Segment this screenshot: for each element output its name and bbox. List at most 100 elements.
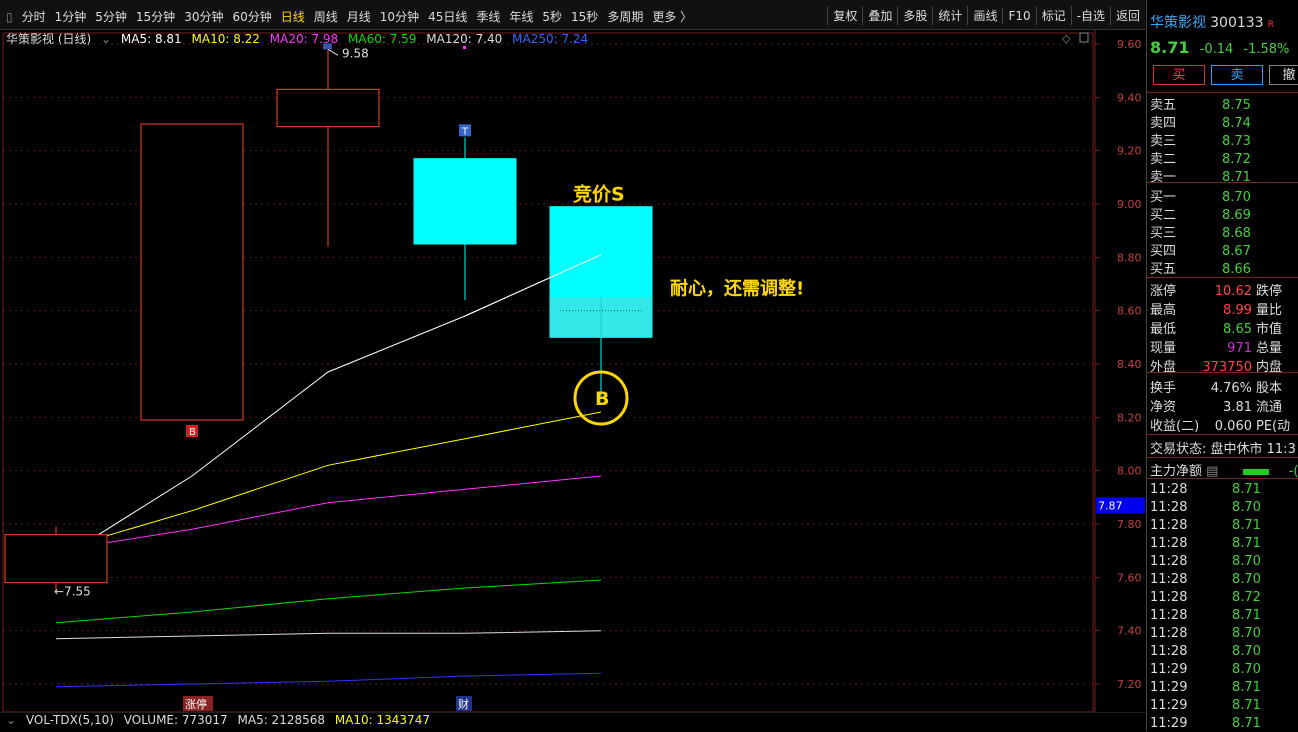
bid-price: 8.67 — [1222, 244, 1251, 259]
tool-button[interactable]: -自选 — [1070, 6, 1110, 25]
kline-svg[interactable]: 9.60 9.40 9.20 9.00 8.80 8.60 8.40 8.20 8.00 7.80… — [0, 30, 1145, 712]
period-menu: ▯ 分时 1分钟 5分钟 15分钟 30分钟 60分钟 日线 周线 月线 10分钟 45日线 季线 年线 5… — [6, 8, 701, 25]
tool-button[interactable]: 多股 — [897, 6, 932, 25]
price-pct: -1.58% — [1243, 42, 1290, 57]
period-tab[interactable]: 15分钟 — [136, 10, 175, 24]
quote-panel: 华策影视 300133 R 8.71 -0.14 -1.58% 买 卖 撤 卖五… — [1146, 0, 1298, 731]
candle-body-up[interactable] — [140, 123, 244, 421]
tool-button[interactable]: 标记 — [1035, 6, 1071, 25]
tick-price: 8.71 — [1232, 518, 1261, 533]
cancel-button[interactable]: 撤 — [1269, 65, 1298, 85]
current-price-tag-text: 7.87 — [1098, 499, 1123, 512]
vol-volume: VOLUME: 773017 — [123, 713, 228, 727]
tick-row: 11:28 8.71 — [1150, 608, 1261, 623]
ma-line-ma10 — [55, 411, 602, 552]
y-tick-label: 8.60 — [1117, 305, 1142, 318]
maximize-icon[interactable] — [1079, 32, 1089, 43]
y-tick-label: 8.20 — [1117, 411, 1142, 424]
tick-time: 11:28 — [1150, 590, 1188, 605]
divider — [1147, 182, 1298, 183]
auction-sell-label: 竞价S — [573, 183, 625, 206]
tool-button[interactable]: 叠加 — [862, 6, 897, 25]
period-tab[interactable]: 15秒 — [571, 10, 598, 24]
period-tab[interactable]: 1分钟 — [55, 10, 87, 24]
kline-chart[interactable]: 9.60 9.40 9.20 9.00 8.80 8.60 8.40 8.20 8.00 7.80… — [0, 30, 1145, 712]
sell-button[interactable]: 卖 — [1211, 65, 1263, 85]
divider — [1147, 457, 1298, 458]
stat2-label2: 流通 — [1256, 400, 1283, 415]
stat2-label2: PE(动 — [1256, 419, 1291, 434]
b-marker-label: B — [189, 427, 196, 438]
list-icon[interactable]: ▤ — [1206, 464, 1218, 479]
y-tick-label: 7.60 — [1117, 571, 1142, 584]
y-tick-label: 8.40 — [1117, 358, 1142, 371]
tick-time: 11:28 — [1150, 482, 1188, 497]
period-tab[interactable]: 多周期 — [607, 10, 643, 24]
period-tab[interactable]: 分时 — [22, 10, 46, 24]
tool-button[interactable]: 返回 — [1109, 6, 1145, 25]
divider — [1147, 478, 1298, 479]
tick-time: 11:28 — [1150, 626, 1188, 641]
period-tab[interactable]: 月线 — [347, 10, 371, 24]
y-tick-label: 9.60 — [1117, 38, 1142, 51]
period-tab[interactable]: 年线 — [509, 10, 533, 24]
period-tab[interactable]: 5秒 — [542, 10, 562, 24]
divider — [1147, 372, 1298, 373]
period-tab[interactable]: 日线 — [281, 10, 305, 24]
stat-value: 10.62 — [1214, 284, 1252, 299]
tool-button[interactable]: 统计 — [932, 6, 967, 25]
main-net-label: 主力净额 — [1150, 464, 1203, 479]
tick-row: 11:28 8.71 — [1150, 482, 1261, 497]
main-net-row: 主力净额 ▤ -( — [1150, 460, 1298, 479]
chevron-down-icon[interactable]: ⌄ — [6, 713, 16, 727]
tick-price: 8.71 — [1232, 482, 1261, 497]
period-tab[interactable]: 30分钟 — [184, 10, 223, 24]
tick-price: 8.70 — [1232, 626, 1261, 641]
tick-time: 11:28 — [1150, 644, 1188, 659]
tool-button[interactable]: F10 — [1002, 8, 1035, 24]
stat-row: 最高 8.99 量比 — [1150, 299, 1282, 318]
period-tab[interactable]: 5分钟 — [95, 10, 127, 24]
ma-line-ma250 — [55, 672, 602, 688]
bid-label: 买二 — [1150, 208, 1177, 223]
period-tab[interactable]: 45日线 — [428, 10, 467, 24]
candle-body-up[interactable] — [276, 88, 380, 128]
tick-row: 11:28 8.71 — [1150, 536, 1261, 551]
period-tab[interactable]: 更多 〉 — [652, 10, 692, 24]
ask-label: 卖五 — [1150, 98, 1177, 113]
tool-button[interactable]: 复权 — [827, 6, 862, 25]
candle-body-down[interactable] — [413, 158, 517, 245]
sidebar-toggle-icon[interactable]: ▯ — [6, 10, 13, 24]
period-tab[interactable]: 周线 — [314, 10, 338, 24]
price-change: -0.14 — [1199, 42, 1234, 57]
tick-time: 11:28 — [1150, 608, 1188, 623]
tick-time: 11:29 — [1150, 662, 1188, 677]
ask-price: 8.75 — [1222, 98, 1251, 113]
ma120-label: MA120: 7.40 — [426, 32, 503, 46]
bid-price: 8.69 — [1222, 208, 1251, 223]
y-tick-label: 7.20 — [1117, 678, 1142, 691]
period-tab[interactable]: 10分钟 — [380, 10, 419, 24]
tick-price: 8.71 — [1232, 680, 1261, 695]
tick-time: 11:28 — [1150, 500, 1188, 515]
tool-button[interactable]: 画线 — [967, 6, 1002, 25]
tick-time: 11:28 — [1150, 536, 1188, 551]
y-tick-label: 9.00 — [1117, 198, 1142, 211]
buy-button[interactable]: 买 — [1153, 65, 1205, 85]
current-price: 8.71 — [1150, 38, 1190, 57]
trade-status: 交易状态: 盘中休市 11:3 — [1150, 442, 1296, 457]
chevron-down-icon[interactable]: ⌄ — [101, 32, 111, 46]
ma-line-ma60 — [55, 579, 602, 624]
stat2-row: 净资 3.81 流通 — [1150, 396, 1282, 415]
vol-title: VOL-TDX(5,10) — [25, 713, 114, 727]
stat2-label: 净资 — [1150, 400, 1177, 415]
tool-menu: 复权 叠加 多股 统计 画线 F10 标记 -自选 返回 — [827, 6, 1145, 25]
stock-period-label: 华策影视 (日线) — [6, 32, 92, 46]
diamond-icon: ◇ — [1062, 32, 1071, 45]
period-tab[interactable]: 60分钟 — [232, 10, 271, 24]
period-tab[interactable]: 季线 — [476, 10, 500, 24]
tick-price: 8.71 — [1232, 698, 1261, 713]
stat-row: 最低 8.65 市值 — [1150, 318, 1282, 337]
divider — [1147, 434, 1298, 435]
candle-body-up[interactable] — [4, 534, 108, 584]
